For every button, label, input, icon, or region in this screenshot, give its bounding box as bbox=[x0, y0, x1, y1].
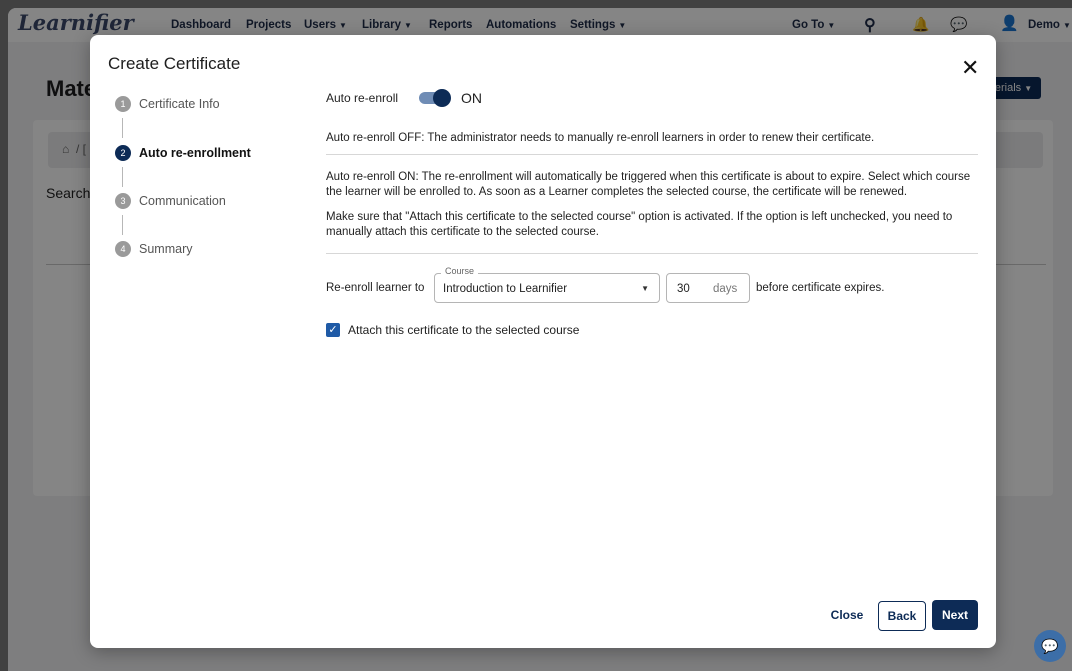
attach-certificate-checkbox[interactable]: ✓ bbox=[326, 323, 340, 337]
step-label: Auto re-enrollment bbox=[139, 146, 251, 160]
step-communication[interactable]: 3 Communication bbox=[115, 193, 226, 209]
back-button[interactable]: Back bbox=[878, 601, 926, 631]
step-number: 4 bbox=[115, 241, 131, 257]
attach-note: Make sure that "Attach this certificate … bbox=[326, 211, 953, 238]
toggle-state-text: ON bbox=[461, 90, 483, 106]
close-icon[interactable]: ✕ bbox=[961, 57, 979, 79]
step-number: 2 bbox=[115, 145, 131, 161]
step-label: Communication bbox=[139, 194, 226, 208]
days-input[interactable]: 30 days bbox=[666, 273, 750, 303]
step-connector bbox=[122, 215, 123, 235]
on-description: Auto re-enroll ON: The re-enrollment wil… bbox=[326, 171, 971, 198]
step-connector bbox=[122, 118, 123, 138]
create-certificate-modal: Create Certificate ✕ 1 Certificate Info … bbox=[90, 35, 996, 648]
step-auto-reenrollment[interactable]: 2 Auto re-enrollment bbox=[115, 145, 251, 161]
step-label: Certificate Info bbox=[139, 97, 220, 111]
course-select[interactable]: Course Introduction to Learnifier ▼ bbox=[434, 266, 660, 303]
attach-certificate-label[interactable]: Attach this certificate to the selected … bbox=[348, 323, 579, 337]
auto-reenroll-row: Auto re-enroll ON bbox=[326, 89, 483, 107]
modal-title: Create Certificate bbox=[108, 54, 241, 73]
course-select-value: Introduction to Learnifier bbox=[443, 283, 568, 295]
days-unit: days bbox=[713, 283, 738, 295]
caret-down-icon: ▼ bbox=[641, 284, 649, 293]
reenroll-row: Re-enroll learner to Course Introduction… bbox=[326, 266, 978, 303]
step-connector bbox=[122, 167, 123, 187]
next-button[interactable]: Next bbox=[932, 600, 978, 630]
step-number: 3 bbox=[115, 193, 131, 209]
course-select-legend: Course bbox=[441, 266, 479, 276]
divider bbox=[326, 154, 978, 155]
attach-certificate-row: ✓ Attach this certificate to the selecte… bbox=[326, 323, 579, 337]
step-certificate-info[interactable]: 1 Certificate Info bbox=[115, 96, 220, 112]
reenroll-label: Re-enroll learner to bbox=[326, 282, 425, 294]
divider bbox=[326, 253, 978, 254]
chat-bubble-icon[interactable]: 💬 bbox=[1034, 630, 1066, 662]
expires-text: before certificate expires. bbox=[756, 282, 885, 294]
auto-reenroll-toggle[interactable] bbox=[419, 89, 452, 107]
close-button[interactable]: Close bbox=[827, 601, 867, 629]
days-value: 30 bbox=[677, 283, 690, 295]
off-description: Auto re-enroll OFF: The administrator ne… bbox=[326, 132, 875, 144]
auto-reenroll-label: Auto re-enroll bbox=[326, 91, 399, 105]
step-label: Summary bbox=[139, 242, 193, 256]
step-number: 1 bbox=[115, 96, 131, 112]
step-summary[interactable]: 4 Summary bbox=[115, 241, 192, 257]
toggle-knob bbox=[433, 89, 452, 107]
